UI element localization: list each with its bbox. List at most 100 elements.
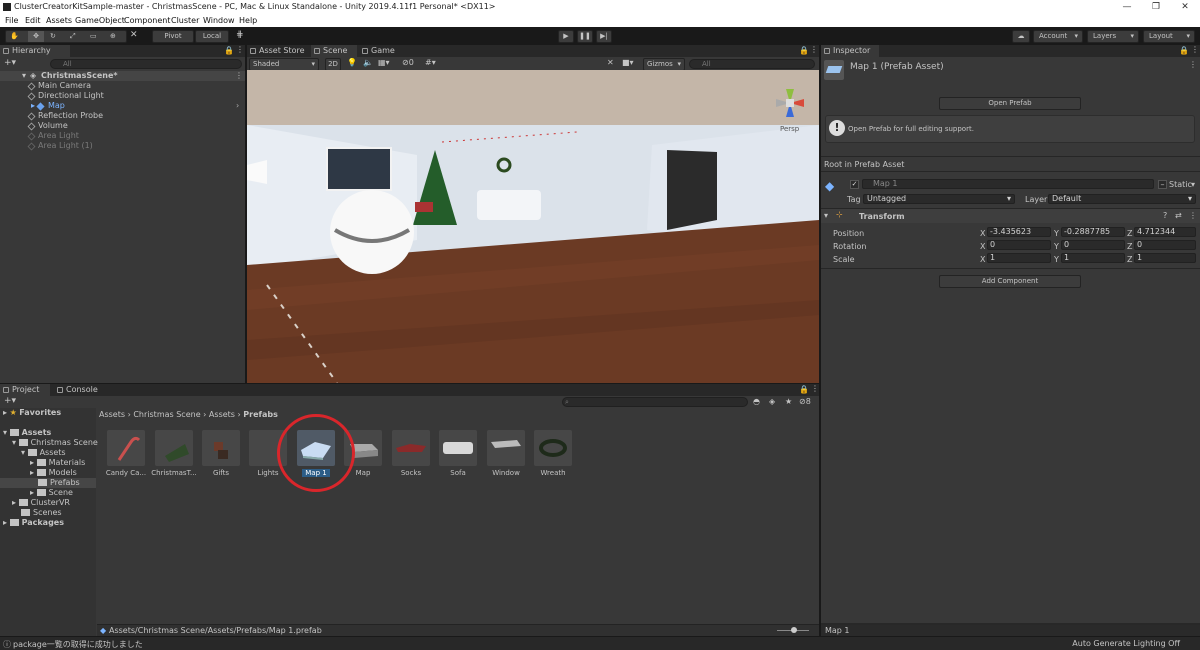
scene-row[interactable]: ▾ ◈ ChristmasScene* ⋮	[0, 71, 245, 81]
layer-dropdown[interactable]: Default ▾	[1048, 194, 1196, 204]
tab-inspector[interactable]: Inspector	[821, 45, 879, 57]
tree-packages[interactable]: ▸ Packages	[3, 518, 64, 528]
custom-tool-icon[interactable]: ✕	[130, 30, 138, 40]
object-name-field[interactable]: Map 1	[862, 179, 1154, 189]
tree-scene[interactable]: ▸ Scene	[30, 488, 73, 498]
lock-icon[interactable]: 🔒	[224, 46, 234, 55]
star-icon[interactable]: ★	[785, 397, 792, 406]
more-icon[interactable]: ⋮	[1189, 211, 1197, 220]
tree-christmas-scene[interactable]: ▾ Christmas Scene	[12, 438, 98, 448]
hierarchy-item-area-light-1[interactable]: Area Light (1)	[27, 141, 93, 151]
transform-tool-icon[interactable]: ⊕	[110, 31, 116, 42]
tab-console[interactable]: Console	[54, 384, 104, 396]
asset-thumb-gifts[interactable]	[202, 430, 240, 466]
account-dropdown[interactable]: Account ▾	[1033, 30, 1083, 43]
hierarchy-item-volume[interactable]: Volume	[27, 121, 68, 131]
layers-dropdown[interactable]: Layers ▾	[1087, 30, 1139, 43]
more-icon[interactable]: ⋮	[1191, 45, 1199, 54]
lighting-icon[interactable]: 💡	[347, 58, 357, 67]
cloud-icon[interactable]: ☁	[1012, 30, 1030, 43]
grid-snap-icon[interactable]: ⋕	[236, 30, 244, 40]
scale-x-field[interactable]: 1	[987, 253, 1051, 263]
tab-scene[interactable]: Scene	[311, 45, 357, 57]
rotation-z-field[interactable]: 0	[1134, 240, 1196, 250]
tab-game[interactable]: Game	[359, 45, 405, 57]
more-icon[interactable]: ⋮	[811, 384, 819, 393]
label-filter-icon[interactable]: ◈	[769, 397, 775, 406]
grid-icon[interactable]: #▾	[425, 58, 436, 67]
menu-file[interactable]: File	[5, 14, 18, 27]
camera-icon[interactable]: ■▾	[622, 58, 634, 67]
help-icon[interactable]: ?	[1163, 211, 1167, 220]
persp-label[interactable]: Persp	[780, 125, 799, 133]
play-button[interactable]: ▶	[558, 30, 574, 43]
scale-tool-icon[interactable]: ⤢	[70, 31, 76, 42]
more-icon[interactable]: ⋮	[236, 45, 244, 54]
hierarchy-item-main-camera[interactable]: Main Camera	[27, 81, 91, 91]
status-message[interactable]: package一覧の取得に成功しました	[13, 639, 143, 650]
asset-thumb-socks[interactable]	[392, 430, 430, 466]
rotation-x-field[interactable]: 0	[987, 240, 1051, 250]
asset-thumb-window[interactable]	[487, 430, 525, 466]
minimize-icon[interactable]: —	[1112, 0, 1142, 14]
move-tool-icon[interactable]: ✥	[28, 31, 44, 42]
tools-icon[interactable]: ✕	[607, 58, 614, 67]
lighting-status[interactable]: Auto Generate Lighting Off	[1072, 639, 1180, 648]
effects-icon[interactable]: ▦▾	[378, 58, 390, 67]
chevron-right-icon[interactable]: ›	[236, 101, 239, 111]
more-icon[interactable]: ⋮	[235, 71, 243, 81]
menu-component[interactable]: Component	[124, 14, 170, 27]
menu-window[interactable]: Window	[203, 14, 235, 27]
add-component-button[interactable]: Add Component	[939, 275, 1081, 288]
scale-z-field[interactable]: 1	[1134, 253, 1196, 263]
breadcrumb-item[interactable]: Assets	[209, 410, 235, 419]
position-y-field[interactable]: -0.2887785	[1061, 227, 1125, 237]
chevron-down-icon[interactable]: ▾	[1191, 180, 1195, 189]
tree-prefabs[interactable]: Prefabs	[0, 478, 96, 488]
asset-thumb-wreath[interactable]	[534, 430, 572, 466]
rect-tool-icon[interactable]: ▭	[90, 31, 97, 42]
menu-assets[interactable]: Assets	[46, 14, 72, 27]
tab-project[interactable]: Project	[0, 384, 50, 396]
lock-icon[interactable]: 🔒	[799, 385, 809, 394]
orientation-gizmo[interactable]	[772, 85, 808, 121]
inspector-preview-bar[interactable]: Map 1	[821, 625, 1200, 636]
tree-favorites[interactable]: ▸ ★ Favorites	[3, 408, 61, 418]
lock-icon[interactable]: 🔒	[1179, 46, 1189, 55]
add-icon[interactable]: +▾	[4, 58, 16, 68]
layout-dropdown[interactable]: Layout ▾	[1143, 30, 1195, 43]
breadcrumb-item[interactable]: Prefabs	[243, 410, 278, 419]
settings-icon[interactable]: ⋮	[1189, 60, 1197, 69]
open-prefab-button[interactable]: Open Prefab	[939, 97, 1081, 110]
audio-icon[interactable]: 🔈	[363, 58, 373, 67]
tree-assets[interactable]: ▾ Assets	[3, 428, 51, 438]
tab-asset-store[interactable]: Asset Store	[247, 45, 309, 57]
menu-edit[interactable]: Edit	[25, 14, 41, 27]
asset-thumb-sofa[interactable]	[439, 430, 477, 466]
type-filter-icon[interactable]: ◓	[753, 397, 760, 406]
hidden-packages-icon[interactable]: ⊘8	[799, 397, 811, 406]
close-icon[interactable]: ✕	[1170, 0, 1200, 14]
hierarchy-item-area-light[interactable]: Area Light	[27, 131, 79, 141]
transform-header[interactable]: ▾ ⊹ Transform ? ⇄ ⋮	[821, 209, 1200, 223]
preset-icon[interactable]: ⇄	[1175, 211, 1182, 220]
tree-materials[interactable]: ▸ Materials	[30, 458, 85, 468]
scale-y-field[interactable]: 1	[1061, 253, 1125, 263]
tab-hierarchy[interactable]: Hierarchy	[0, 45, 70, 57]
hierarchy-item-directional-light[interactable]: Directional Light	[27, 91, 104, 101]
tree-models[interactable]: ▸ Models	[30, 468, 77, 478]
position-z-field[interactable]: 4.712344	[1134, 227, 1196, 237]
rotate-tool-icon[interactable]: ↻	[50, 31, 56, 42]
tree-scenes[interactable]: Scenes	[21, 508, 62, 518]
asset-thumb-candy-cane[interactable]	[107, 430, 145, 466]
hand-tool-icon[interactable]: ✋	[10, 31, 19, 42]
pause-button[interactable]: ❚❚	[577, 30, 593, 43]
more-icon[interactable]: ⋮	[810, 45, 818, 54]
pivot-toggle[interactable]: Pivot	[152, 30, 194, 43]
hierarchy-item-map[interactable]: ▸ Map ›	[31, 101, 239, 111]
add-icon[interactable]: +▾	[4, 396, 16, 406]
project-search[interactable]: ⌕	[562, 397, 748, 407]
scene-viewport[interactable]: Persp	[247, 70, 819, 383]
breadcrumb-item[interactable]: Christmas Scene	[133, 410, 200, 419]
asset-thumb-christmas-tree[interactable]	[155, 430, 193, 466]
